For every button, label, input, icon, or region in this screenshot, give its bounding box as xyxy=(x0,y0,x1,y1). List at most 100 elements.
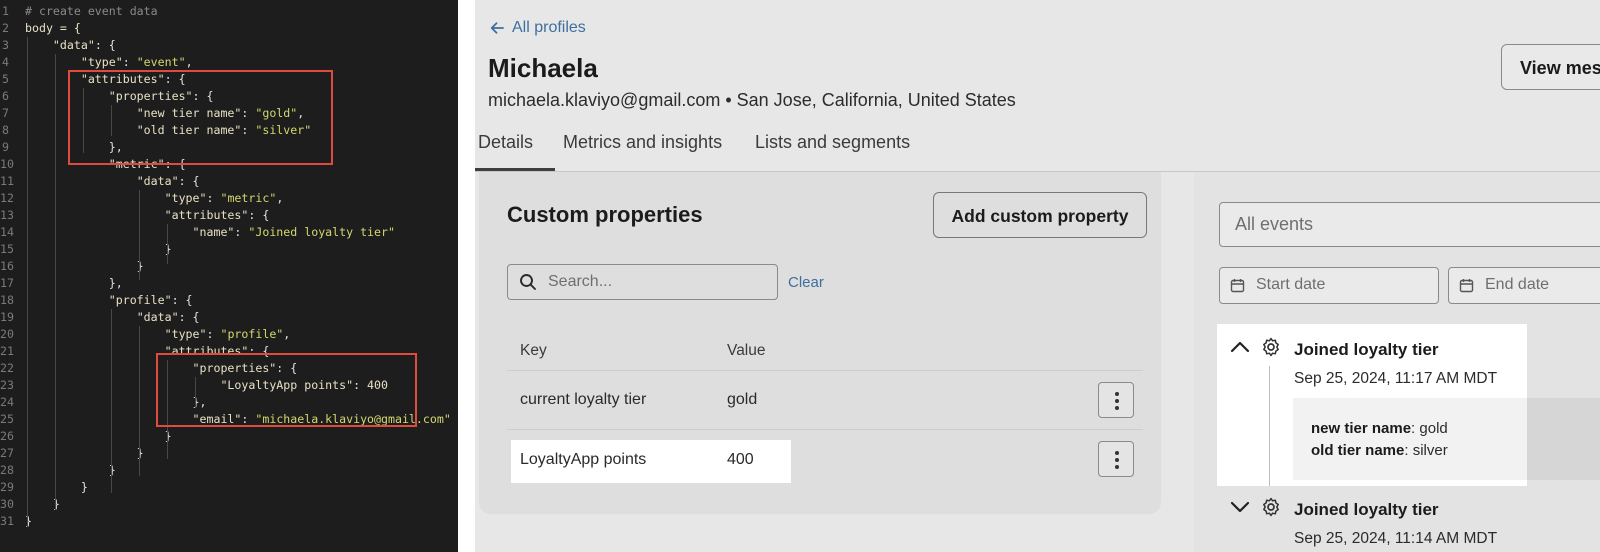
search-icon xyxy=(520,274,536,290)
code-text: "type": "event", xyxy=(25,54,193,71)
code-token: "type" xyxy=(164,191,207,205)
line-number: 2 xyxy=(2,21,9,35)
event-property: new tier name: gold xyxy=(1311,420,1448,437)
code-token: "profile" xyxy=(108,293,172,307)
code-token: : { xyxy=(178,174,200,188)
back-to-profiles-link[interactable]: All profiles xyxy=(488,19,586,37)
code-token: "data" xyxy=(136,310,179,324)
indent-guide xyxy=(167,224,168,264)
property-key: LoyaltyApp points xyxy=(520,451,647,468)
line-number: 4 xyxy=(2,55,9,69)
chevron-up-icon[interactable] xyxy=(1229,336,1251,358)
code-text: # create event data xyxy=(25,3,158,20)
search-placeholder: Search... xyxy=(548,273,613,290)
event-properties-panel-extension xyxy=(1527,398,1600,480)
profile-contact-location: michaela.klaviyo@gmail.com • San Jose, C… xyxy=(488,90,1016,110)
code-line: 26 } xyxy=(0,428,458,445)
code-token: : xyxy=(234,225,249,239)
code-token: body = { xyxy=(25,21,81,35)
line-number: 3 xyxy=(2,38,9,52)
event-property-key: old tier name xyxy=(1311,442,1405,459)
event-title[interactable]: Joined loyalty tier xyxy=(1294,340,1439,360)
gear-icon xyxy=(1263,497,1279,517)
code-text: "data": { xyxy=(25,37,116,54)
line-number: 9 xyxy=(2,140,9,154)
code-token: , xyxy=(276,191,284,205)
code-token: "profile" xyxy=(220,327,284,341)
code-token: } xyxy=(25,463,116,477)
line-number: 17 xyxy=(0,276,14,290)
line-number: 5 xyxy=(2,72,9,86)
code-text: "name": "Joined loyalty tier" xyxy=(25,224,395,241)
indent-guide xyxy=(139,326,140,476)
code-line: 30 } xyxy=(0,496,458,513)
calendar-icon xyxy=(1459,279,1474,293)
code-token: } xyxy=(25,242,172,256)
code-line: 14 "name": "Joined loyalty tier" xyxy=(0,224,458,241)
event-timestamp: Sep 25, 2024, 11:17 AM MDT xyxy=(1294,370,1498,387)
code-token: "metric" xyxy=(220,191,277,205)
code-text: } xyxy=(25,479,88,496)
code-token: "data" xyxy=(136,174,179,188)
pane-divider xyxy=(458,0,475,552)
line-number: 22 xyxy=(0,361,14,375)
add-custom-property-button[interactable]: Add custom property xyxy=(933,192,1147,238)
start-date-input[interactable] xyxy=(1219,267,1439,304)
line-number: 7 xyxy=(2,106,9,120)
tab-details[interactable]: Details xyxy=(478,132,533,153)
code-line: 13 "attributes": { xyxy=(0,207,458,224)
line-number: 14 xyxy=(0,225,14,239)
indent-guide xyxy=(55,54,56,510)
code-token: } xyxy=(25,429,172,443)
kebab-dot xyxy=(1115,451,1119,455)
highlight-box-event-attributes xyxy=(68,70,333,165)
row-actions-button[interactable] xyxy=(1098,441,1134,477)
code-line: 12 "type": "metric", xyxy=(0,190,458,207)
code-line: 16 } xyxy=(0,258,458,275)
code-token: "name" xyxy=(192,225,235,239)
code-token: }, xyxy=(25,276,123,290)
event-title[interactable]: Joined loyalty tier xyxy=(1294,500,1439,520)
arrow-left-icon xyxy=(490,22,504,34)
highlight-box-profile-attributes xyxy=(156,353,417,427)
start-date-placeholder: Start date xyxy=(1256,276,1326,293)
clear-search-link[interactable]: Clear xyxy=(788,274,824,291)
code-text: } xyxy=(25,445,144,462)
tab-metrics-and-insights[interactable]: Metrics and insights xyxy=(563,132,722,153)
calendar-icon xyxy=(1230,279,1245,293)
indent-guide xyxy=(27,37,28,527)
code-text: "type": "profile", xyxy=(25,326,291,343)
code-line: 15 } xyxy=(0,241,458,258)
line-number: 25 xyxy=(0,412,14,426)
line-number: 6 xyxy=(2,89,9,103)
event-timestamp: Sep 25, 2024, 11:14 AM MDT xyxy=(1294,530,1498,547)
line-number: 18 xyxy=(0,293,14,307)
code-token: , xyxy=(185,55,193,69)
view-messages-button[interactable]: View mes xyxy=(1501,44,1600,90)
row-actions-button[interactable] xyxy=(1098,382,1134,418)
indent-guide xyxy=(139,190,140,280)
code-line: 2 body = { xyxy=(0,20,458,37)
custom-properties-title: Custom properties xyxy=(507,202,703,227)
code-line: 17 }, xyxy=(0,275,458,292)
event-property: old tier name: silver xyxy=(1311,442,1448,459)
kebab-dot xyxy=(1115,392,1119,396)
line-number: 1 xyxy=(2,4,9,18)
code-token: : xyxy=(206,327,221,341)
end-date-placeholder: End date xyxy=(1485,276,1550,293)
tab-lists-and-segments[interactable]: Lists and segments xyxy=(755,132,910,153)
chevron-down-icon[interactable] xyxy=(1229,496,1251,518)
line-number: 13 xyxy=(0,208,14,222)
code-text: } xyxy=(25,428,172,445)
code-token: "event" xyxy=(136,55,186,69)
code-text: "profile": { xyxy=(25,292,193,309)
code-text: } xyxy=(25,462,116,479)
code-token: : { xyxy=(171,293,193,307)
gear-icon xyxy=(1263,337,1279,357)
